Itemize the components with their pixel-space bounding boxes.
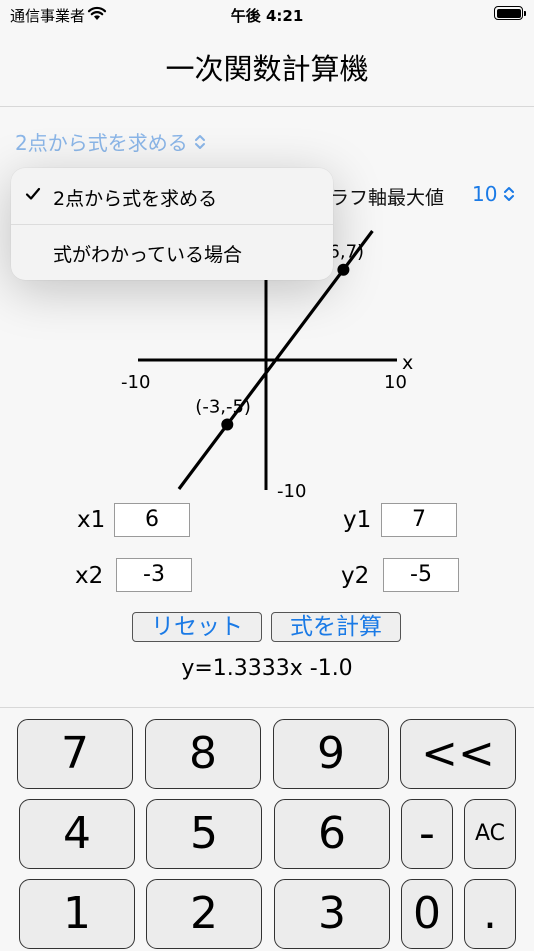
key-1[interactable]: 1 [19,879,135,949]
x2-label: x2 [75,563,104,589]
x-tick-max: 10 [384,372,407,393]
x-tick-min: -10 [121,372,150,393]
y-tick-min: -10 [277,481,306,502]
nav-divider [0,106,534,107]
equation-result: y=1.3333x -1.0 [181,656,353,681]
key-minus[interactable]: - [401,799,453,869]
keypad: 7 8 9 << 4 5 6 - AC 1 2 3 0 . [0,707,534,951]
x1-label: x1 [77,507,106,533]
chevron-up-down-icon [194,134,205,149]
chevron-up-down-icon [504,187,515,201]
mode-dropdown-menu: 2点から式を求める 式がわかっている場合 [11,168,333,280]
checkmark-icon [25,187,41,200]
key-3[interactable]: 3 [274,879,390,949]
mode-picker[interactable]: 2点から式を求める [15,127,206,156]
y2-label: y2 [341,563,370,589]
point-1-marker [337,263,350,276]
calculate-button[interactable]: 式を計算 [271,612,401,642]
x-axis-label: x [402,352,413,374]
menu-item-two-points[interactable]: 2点から式を求める [11,168,333,224]
reset-button[interactable]: リセット [132,612,262,642]
page-title: 一次関数計算機 [165,52,369,86]
key-0[interactable]: 0 [401,879,453,949]
y1-label: y1 [343,507,372,533]
point-2-marker [221,418,234,431]
status-time: 午後 4:21 [230,7,304,25]
x2-field[interactable]: -3 [116,558,192,592]
axis-max-label: ラフ軸最大値 [330,187,445,209]
key-2[interactable]: 2 [146,879,262,949]
menu-item-label: 式がわかっている場合 [53,244,243,266]
key-6[interactable]: 6 [274,799,390,869]
status-bar: 通信事業者 午後 4:21 [0,0,534,30]
key-all-clear[interactable]: AC [464,799,516,869]
key-7[interactable]: 7 [17,719,133,789]
key-8[interactable]: 8 [145,719,261,789]
point-2-label: (-3,-5) [195,397,251,418]
mode-picker-label: 2点から式を求める [15,131,188,155]
y2-field[interactable]: -5 [383,558,459,592]
x1-field[interactable]: 6 [114,503,190,537]
axis-max-value: 10 [472,182,498,206]
key-9[interactable]: 9 [273,719,389,789]
key-backspace[interactable]: << [400,719,516,789]
key-decimal[interactable]: . [464,879,516,949]
y1-field[interactable]: 7 [381,503,457,537]
key-4[interactable]: 4 [19,799,135,869]
axis-max-picker[interactable]: 10 [472,182,515,206]
battery-icon [494,6,526,20]
menu-item-label: 2点から式を求める [53,188,218,210]
key-5[interactable]: 5 [146,799,262,869]
menu-item-known-equation[interactable]: 式がわかっている場合 [11,224,333,280]
